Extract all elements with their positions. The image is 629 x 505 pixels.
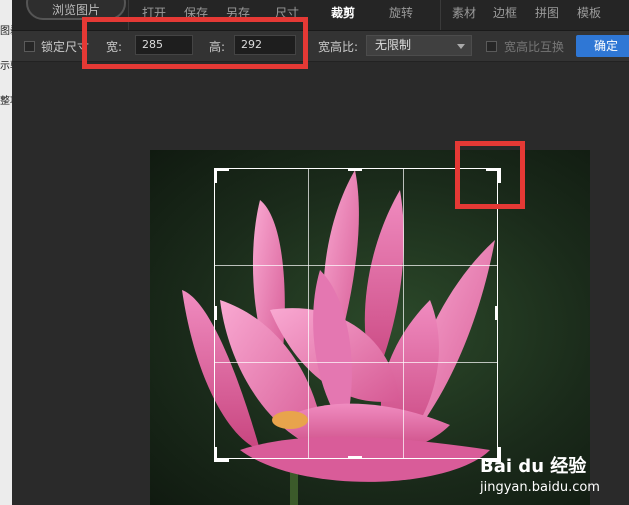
tab-crop[interactable]: 裁剪 (331, 4, 355, 21)
crop-grid-line (403, 169, 404, 458)
tab-material[interactable]: 素材 (452, 4, 476, 21)
tab-template[interactable]: 模板 (577, 4, 601, 21)
crop-grid-line (215, 265, 497, 266)
crop-grid-line (308, 169, 309, 458)
watermark-brand: Bai du 经验 (480, 456, 587, 477)
sidebar-fragment: 整项 (0, 96, 12, 107)
crop-selection[interactable] (214, 168, 498, 459)
aspect-ratio-label: 宽高比: (318, 40, 359, 54)
crop-handle-left[interactable] (214, 306, 217, 320)
crop-handle-top[interactable] (348, 168, 362, 171)
size-fields-highlight (82, 17, 308, 69)
tab-rotate[interactable]: 旋转 (389, 4, 413, 21)
swap-ratio-label: 宽高比互换 (504, 40, 565, 54)
sidebar-fragment: 示驳 (0, 61, 12, 72)
lock-size-checkbox[interactable] (24, 41, 35, 52)
swap-ratio-checkbox[interactable] (486, 41, 497, 52)
crop-grid-line (215, 362, 497, 363)
aspect-ratio-select[interactable]: 无限制 (366, 35, 472, 56)
sidebar-fragment: 图剥 (0, 26, 12, 37)
toolbar-divider (440, 0, 441, 30)
aspect-ratio-value: 无限制 (375, 38, 412, 52)
confirm-button[interactable]: 确定 (576, 35, 629, 57)
crop-handle-right[interactable] (495, 306, 498, 320)
crop-handle-top-left[interactable] (214, 168, 229, 183)
crop-handle-bottom-left[interactable] (214, 447, 229, 462)
chevron-down-icon (457, 44, 465, 49)
tab-border[interactable]: 边框 (493, 4, 517, 21)
tab-collage[interactable]: 拼图 (535, 4, 559, 21)
corner-handle-highlight (455, 141, 525, 209)
crop-handle-bottom[interactable] (348, 456, 362, 459)
watermark-url: jingyan.baidu.com (480, 480, 600, 495)
